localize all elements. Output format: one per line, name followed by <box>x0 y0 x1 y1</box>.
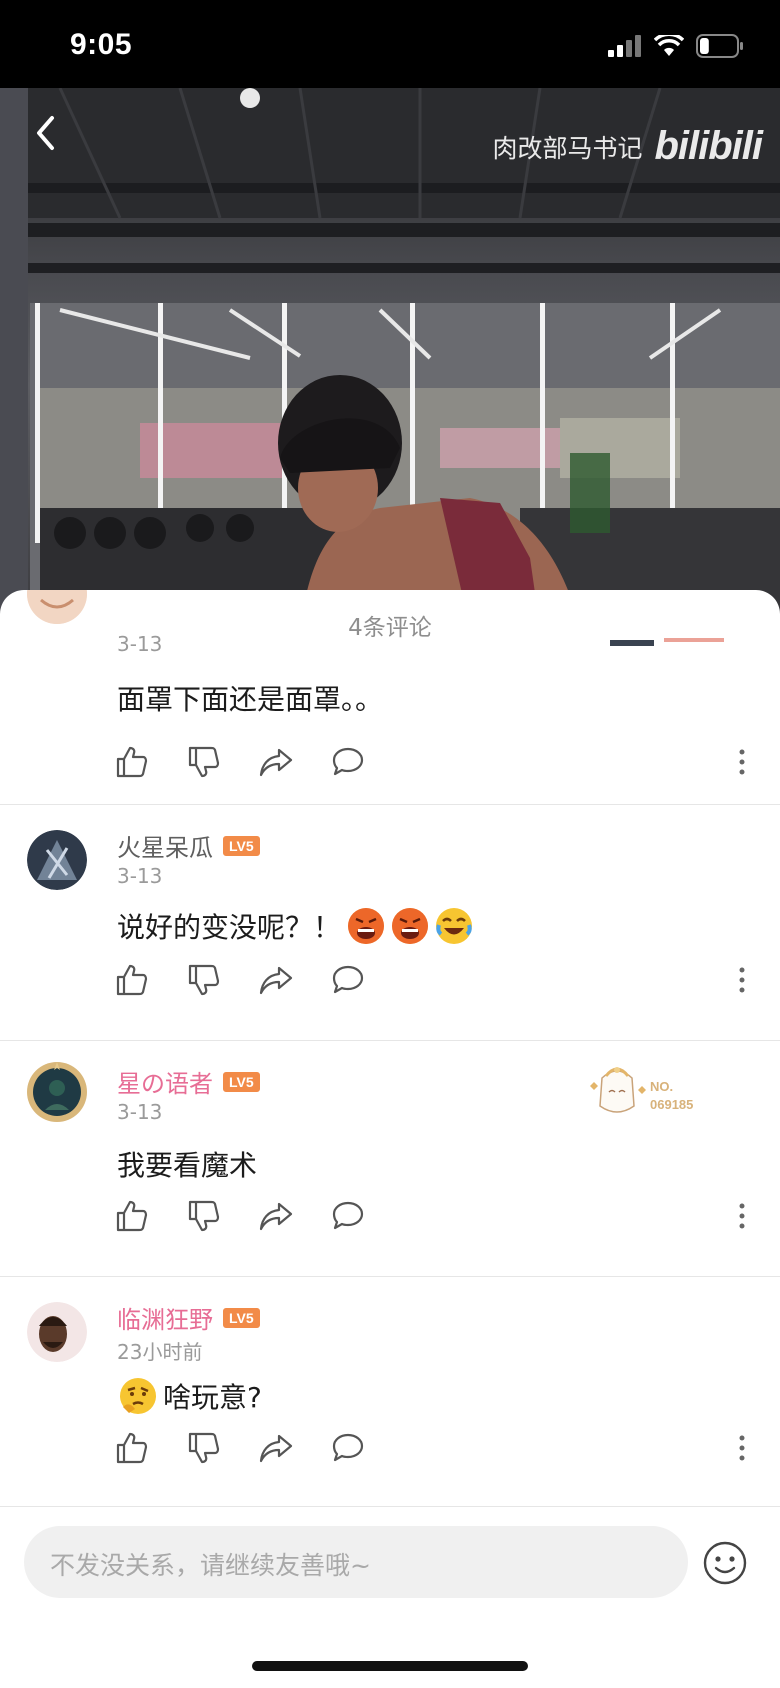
more-options-icon[interactable] <box>737 965 747 995</box>
dislike-icon[interactable] <box>187 745 221 779</box>
comment-text: 面罩下面还是面罩。。 <box>117 683 384 716</box>
cellular-signal-icon <box>608 35 641 57</box>
comment-actions <box>115 1199 755 1235</box>
comment-text-row: 说好的变没呢？！ <box>117 906 473 946</box>
status-bar: 9:05 <box>0 0 780 88</box>
bilibili-logo: bilibili <box>654 124 763 168</box>
level-badge: LV5 <box>223 1307 260 1328</box>
share-icon[interactable] <box>259 1199 293 1233</box>
comment-text: 啥玩意? <box>163 1381 262 1414</box>
comment-actions <box>115 1431 755 1467</box>
comment-time: 23小时前 <box>117 1340 203 1364</box>
divider <box>0 1276 780 1277</box>
like-icon[interactable] <box>115 1199 149 1233</box>
comment-text-row: 啥玩意? <box>119 1376 262 1416</box>
comment-actions <box>115 745 755 781</box>
badge-no-number: 069185 <box>650 1097 694 1112</box>
username[interactable]: 临渊狂野 <box>117 1300 213 1335</box>
comment-text: 说好的变没呢？！ <box>117 911 342 944</box>
comment-actions <box>115 963 755 999</box>
share-icon[interactable] <box>259 1431 293 1465</box>
avatar[interactable] <box>27 1302 87 1362</box>
reply-icon[interactable] <box>331 963 365 997</box>
username[interactable]: 火星呆瓜 <box>117 828 213 863</box>
username[interactable]: 星の语者 <box>117 1064 213 1099</box>
comment-time: 3-13 <box>117 1100 163 1124</box>
video-frame <box>0 88 780 628</box>
laugh-cry-emoji-icon <box>436 908 473 944</box>
video-player[interactable]: 肉改部马书记 bilibili <box>0 88 780 628</box>
like-icon[interactable] <box>115 1431 149 1465</box>
battery-icon <box>696 34 743 58</box>
angry-emoji-icon <box>392 908 429 944</box>
dislike-icon[interactable] <box>187 1431 221 1465</box>
dislike-icon[interactable] <box>187 1199 221 1233</box>
share-icon[interactable] <box>259 963 293 997</box>
divider <box>0 1506 780 1507</box>
avatar[interactable] <box>27 830 87 890</box>
avatar[interactable] <box>25 1060 89 1124</box>
more-options-icon[interactable] <box>737 1433 747 1463</box>
username-row: 星の语者 LV5 <box>117 1064 260 1099</box>
username-row: 临渊狂野 LV5 <box>117 1300 260 1335</box>
username-row: 火星呆瓜 LV5 <box>117 828 260 863</box>
angry-emoji-icon <box>348 908 385 944</box>
like-icon[interactable] <box>115 745 149 779</box>
comments-panel[interactable]: 4条评论 3-13 面罩下面还是面罩。。 火星呆瓜 LV5 3-13 说好的变没… <box>0 590 780 1688</box>
comment-time: 3-13 <box>117 864 163 888</box>
thinking-emoji-icon <box>120 1378 156 1414</box>
comment-input-placeholder: 不发没关系，请继续友善哦~ <box>50 1551 371 1580</box>
share-icon[interactable] <box>259 745 293 779</box>
badge-number: NO. 069185 <box>650 1078 693 1114</box>
like-icon[interactable] <box>115 963 149 997</box>
comment-input[interactable]: 不发没关系，请继续友善哦~ <box>24 1526 688 1598</box>
character-badge-icon <box>590 1067 646 1113</box>
status-time: 9:05 <box>70 28 133 61</box>
more-options-icon[interactable] <box>737 747 747 777</box>
fan-badge[interactable]: NO. 069185 <box>582 1056 732 1136</box>
comment-text: 我要看魔术 <box>117 1149 258 1182</box>
reply-icon[interactable] <box>331 745 365 779</box>
comment-time: 3-13 <box>117 632 163 656</box>
reply-icon[interactable] <box>331 1199 365 1233</box>
reply-icon[interactable] <box>331 1431 365 1465</box>
badge-no-label: NO. <box>650 1079 674 1094</box>
more-options-icon[interactable] <box>737 1201 747 1231</box>
decoration-badge-fragment <box>610 638 724 646</box>
status-icons <box>608 34 744 58</box>
watermark-author: 肉改部马书记 <box>492 133 643 163</box>
divider <box>0 1040 780 1041</box>
emoji-picker-icon[interactable] <box>702 1540 748 1586</box>
divider <box>0 804 780 805</box>
dislike-icon[interactable] <box>187 963 221 997</box>
wifi-icon <box>654 35 684 56</box>
level-badge: LV5 <box>223 835 260 856</box>
video-watermark: 肉改部马书记 bilibili <box>492 124 763 169</box>
home-indicator <box>252 1661 528 1671</box>
back-arrow-icon[interactable] <box>22 108 72 158</box>
level-badge: LV5 <box>223 1071 260 1092</box>
